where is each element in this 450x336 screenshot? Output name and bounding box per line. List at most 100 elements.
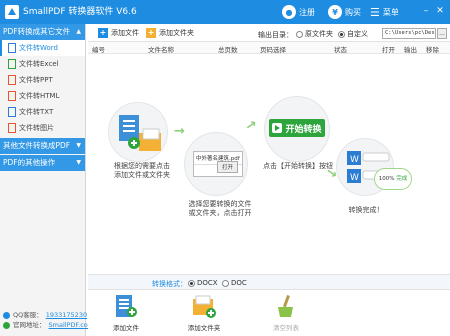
sidebar-item-label: 文件转HTML — [19, 92, 60, 100]
bottom-add-folder-button[interactable]: 添加文件夹 — [176, 293, 232, 333]
browse-button[interactable]: ... — [437, 28, 447, 39]
start-convert-preview: 开始转换 — [269, 119, 325, 137]
menu-label: 菜单 — [382, 7, 399, 17]
radio-label: 原文件夹 — [305, 30, 333, 38]
radio-docx[interactable]: DOCX — [188, 279, 218, 287]
excel-doc-icon — [8, 59, 16, 69]
format-bar: 转换格式： DOCX DOC — [88, 274, 450, 290]
sidebar-section-pdf-other-ops[interactable]: PDF的其他操作 ▼ — [0, 155, 85, 171]
word-doc-icon — [8, 43, 16, 53]
sidebar-item-txt[interactable]: 文件转TXT — [0, 104, 85, 120]
chevron-down-icon: ▼ — [76, 142, 81, 149]
sidebar-item-word[interactable]: 文件转Word — [0, 40, 85, 56]
col-pages: 总页数 — [218, 46, 238, 54]
app-title: SmallPDF 转换器软件 V6.6 — [23, 7, 137, 17]
sidebar-item-excel[interactable]: 文件转Excel — [0, 56, 85, 72]
qq-link[interactable]: 1933175230 — [46, 310, 87, 320]
progress-value: 100% — [378, 176, 395, 182]
sidebar: PDF转换成其它文件 ▲ 文件转Word 文件转Excel 文件转PPT 文件转… — [0, 24, 94, 336]
arrow-up-right-icon: → — [242, 116, 261, 135]
sidebar-item-label: 文件转PPT — [19, 76, 53, 84]
step1-illustration — [108, 102, 168, 162]
add-folder-icon — [193, 295, 216, 318]
add-folder-label: 添加文件夹 — [187, 324, 221, 332]
chevron-up-icon: ▲ — [76, 28, 81, 35]
site-label: 官网地址： — [13, 321, 46, 329]
register-button[interactable]: ● 注册 — [282, 4, 315, 20]
done-label: 完成 — [396, 176, 408, 182]
svg-text:W: W — [350, 173, 359, 183]
sidebar-item-label: 文件转Word — [19, 44, 58, 52]
chevron-down-icon: ▼ — [76, 159, 81, 166]
format-label: 转换格式： — [152, 280, 187, 288]
add-file-icon — [119, 115, 161, 151]
menu-icon: ☰ — [370, 5, 380, 19]
col-status: 状态 — [334, 46, 347, 54]
section-label: PDF转换成其它文件 — [3, 27, 71, 36]
add-folder-label: 添加文件夹 — [159, 29, 194, 37]
arrow-right-icon: → — [174, 124, 185, 139]
file-table-header: 编号 文件名称 总页数 页码选择 状态 打开 输出 移除 — [88, 42, 450, 54]
col-filename: 文件名称 — [148, 46, 174, 54]
close-button[interactable]: ✕ — [434, 4, 446, 18]
radio-label: DOCX — [197, 279, 218, 287]
step4-label: 转换完成！ — [348, 206, 384, 214]
sidebar-item-image[interactable]: 文件转图片 — [0, 120, 85, 136]
col-index: 编号 — [92, 46, 105, 54]
clear-list-label: 清空列表 — [273, 324, 299, 332]
qq-icon — [3, 311, 10, 319]
radio-circle — [296, 30, 303, 38]
sidebar-section-pdf-to-other[interactable]: PDF转换成其它文件 ▲ — [0, 24, 85, 40]
broom-icon — [278, 295, 293, 317]
txt-doc-icon — [8, 107, 16, 117]
add-folder-button[interactable]: + 添加文件夹 — [146, 27, 194, 39]
output-path-input[interactable]: C:\Users\pc\Desktop\ — [382, 28, 436, 39]
step2-label: 选择您要转换的文件 或文件夹，点击打开 — [188, 200, 252, 217]
sidebar-footer: QQ客服： 1933175230 官网地址： SmallPDF.com — [3, 310, 94, 330]
radio-circle — [188, 279, 195, 287]
html-doc-icon — [8, 91, 16, 101]
radio-original-folder[interactable]: 原文件夹 — [296, 29, 333, 39]
step1-label: 根据您的需要点击 添加文件或文件夹 — [114, 162, 170, 179]
bottom-add-file-button[interactable]: 添加文件 — [98, 293, 154, 333]
col-remove: 移除 — [426, 46, 439, 54]
sidebar-item-html[interactable]: 文件转HTML — [0, 88, 85, 104]
bottom-clear-list-button[interactable]: 清空列表 — [258, 293, 314, 333]
buy-button[interactable]: ¥ 购买 — [328, 4, 361, 20]
toolbar: + 添加文件 + 添加文件夹 输出目录： 原文件夹 自定义 C:\Users\p… — [88, 24, 450, 42]
step2-illustration: 中外著名建筑.pdf 打开 — [184, 132, 248, 196]
col-page-select: 页码选择 — [260, 46, 286, 54]
step2-text: 选择您要转换的文件 或文件夹，点击打开 — [178, 200, 262, 218]
col-output: 输出 — [404, 46, 417, 54]
file-list-area: 根据您的需要点击 添加文件或文件夹 → 中外著名建筑.pdf 打开 选择您要转换… — [88, 54, 450, 274]
sidebar-item-label: 文件转TXT — [19, 108, 54, 116]
output-dir-label: 输出目录： — [258, 31, 293, 39]
step1-text: 根据您的需要点击 添加文件或文件夹 — [100, 162, 184, 180]
radio-doc[interactable]: DOC — [222, 279, 247, 287]
radio-circle — [222, 279, 229, 287]
sidebar-section-other-to-pdf[interactable]: 其他文件转换成PDF ▼ — [0, 138, 85, 154]
add-file-label: 添加文件 — [113, 324, 139, 332]
radio-circle — [338, 30, 345, 38]
image-doc-icon — [8, 123, 16, 133]
sidebar-item-ppt[interactable]: 文件转PPT — [0, 72, 85, 88]
buy-label: 购买 — [345, 7, 361, 17]
add-file-label: 添加文件 — [111, 29, 139, 37]
step3-illustration: 开始转换 — [264, 96, 330, 162]
step4-text: 转换完成！ — [324, 206, 408, 215]
ppt-doc-icon — [8, 75, 16, 85]
radio-custom-folder[interactable]: 自定义 — [338, 29, 368, 39]
qq-label: QQ客服： — [13, 311, 43, 319]
step3-label: 点击【开始转换】按钮 — [263, 162, 333, 170]
bottom-action-panel: 添加文件 添加文件夹 清空列表 — [88, 290, 450, 336]
start-label: 开始转换 — [285, 124, 322, 135]
add-file-button[interactable]: + 添加文件 — [98, 27, 139, 39]
menu-button[interactable]: ☰ 菜单 — [370, 4, 399, 20]
play-icon — [272, 123, 283, 133]
sidebar-item-label: 文件转Excel — [19, 60, 59, 68]
add-file-icon: + — [98, 28, 108, 38]
title-bar: SmallPDF 转换器软件 V6.6 ● 注册 ¥ 购买 ☰ 菜单 – ✕ — [0, 0, 450, 24]
open-dialog-preview: 中外著名建筑.pdf 打开 — [193, 151, 243, 177]
svg-text:W: W — [350, 155, 359, 165]
minimize-button[interactable]: – — [420, 4, 432, 18]
